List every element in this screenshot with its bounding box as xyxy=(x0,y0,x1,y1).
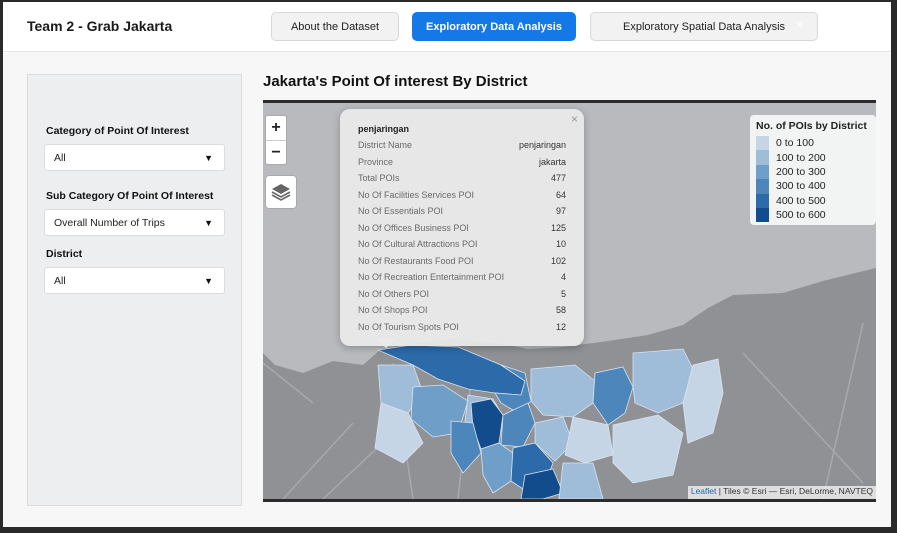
choropleth-map[interactable]: + − No. of POIs by District 0 to 100 100 … xyxy=(263,100,876,502)
tab-label: About the Dataset xyxy=(290,20,380,33)
popup-row-value: jakarta xyxy=(538,156,566,167)
legend-swatch xyxy=(756,150,769,165)
app-title: Team 2 - Grab Jakarta xyxy=(27,18,173,34)
popup-row-value: 102 xyxy=(550,255,566,266)
popup-row-value: 5 xyxy=(560,288,566,299)
popup-row-key: Province xyxy=(358,156,394,167)
tiles-credit: | Tiles © Esri — Esri, DeLorme, NAVTEQ xyxy=(716,486,873,496)
popup-row-key: Total POIs xyxy=(358,173,400,183)
zoom-control: + − xyxy=(265,115,287,165)
legend-item: 200 to 300 xyxy=(756,164,870,180)
popup-row-key: No Of Shops POI xyxy=(358,305,428,315)
popup-row: No Of Shops POI 58 xyxy=(358,305,566,321)
legend-swatch xyxy=(756,193,769,208)
layers-glyph xyxy=(271,184,291,201)
popup-row: Province jakarta xyxy=(358,157,566,173)
popup-row-key: No Of Recreation Entertainment POI xyxy=(358,272,505,282)
filter-sidebar: Category of Point Of Interest All ▼ Sub … xyxy=(27,74,242,506)
legend-item: 300 to 400 xyxy=(756,179,870,194)
popup-row-value: 4 xyxy=(560,272,566,282)
popup-row-key: No Of Restaurants Food POI xyxy=(358,255,474,266)
category-select-value: All xyxy=(54,151,66,164)
popup-row-key: No Of Others POI xyxy=(358,288,430,299)
popup-row: No Of Offices Business POI 125 xyxy=(358,223,566,239)
top-navbar: Team 2 - Grab Jakarta About the Dataset … xyxy=(3,2,891,52)
zoom-out-button[interactable]: − xyxy=(266,140,286,164)
district-select[interactable]: All ▼ xyxy=(44,267,225,294)
popup-row: No Of Cultural Attractions POI 10 xyxy=(358,239,566,255)
popup-row-value: 477 xyxy=(550,173,566,183)
popup-row-value: 58 xyxy=(555,305,566,315)
legend-label: 300 to 400 xyxy=(776,180,826,193)
legend-label: 400 to 500 xyxy=(776,194,826,207)
popup-row-key: No Of Offices Business POI xyxy=(358,222,469,233)
subcategory-filter-label: Sub Category Of Point Of Interest xyxy=(46,190,214,202)
popup-row: No Of Others POI 5 xyxy=(358,289,566,305)
layers-icon[interactable] xyxy=(265,175,297,209)
popup-row: No Of Tourism Spots POI 12 xyxy=(358,322,566,338)
popup-row-value: 125 xyxy=(550,222,566,233)
zoom-in-button[interactable]: + xyxy=(266,116,286,140)
legend-items: 0 to 100 100 to 200 200 to 300 300 to 400 40… xyxy=(756,136,870,223)
legend-label: 200 to 300 xyxy=(776,165,826,178)
legend-swatch xyxy=(756,164,769,180)
subcategory-select[interactable]: Overall Number of Trips ▼ xyxy=(44,209,225,236)
popup-row-key: No Of Cultural Attractions POI xyxy=(358,239,478,249)
app-window: Team 2 - Grab Jakarta About the Dataset … xyxy=(3,2,891,527)
district-popup: × penjaringan District Name penjaringan Pr… xyxy=(340,109,584,346)
tab-about-dataset[interactable]: About the Dataset xyxy=(271,12,399,41)
popup-row-value: penjaringan xyxy=(518,140,566,150)
chevron-down-icon: ▼ xyxy=(204,218,213,228)
district-pulo-gadung[interactable] xyxy=(612,414,684,484)
popup-row: No Of Recreation Entertainment POI 4 xyxy=(358,272,566,288)
tab-exploratory-spatial-data-analysis[interactable]: Exploratory Spatial Data Analysis × xyxy=(590,12,818,41)
district-select-value: All xyxy=(54,274,66,287)
chevron-down-icon: ▼ xyxy=(204,153,213,163)
subcategory-select-value: Overall Number of Trips xyxy=(54,216,165,229)
popup-row-key: No Of Essentials POI xyxy=(358,206,444,216)
tab-exploratory-data-analysis[interactable]: Exploratory Data Analysis xyxy=(412,12,576,41)
legend-title: No. of POIs by District xyxy=(756,120,867,132)
category-filter-label: Category of Point Of Interest xyxy=(46,125,189,137)
district-filter-label: District xyxy=(46,248,83,260)
popup-row-key: District Name xyxy=(358,140,413,150)
popup-row-key: No Of Tourism Spots POI xyxy=(358,321,459,332)
popup-row: No Of Essentials POI 97 xyxy=(358,206,566,222)
popup-row-value: 10 xyxy=(555,239,566,249)
legend-swatch xyxy=(756,179,769,194)
popup-row-key: No Of Facilities Services POI xyxy=(358,189,475,200)
close-icon[interactable]: × xyxy=(571,112,578,126)
popup-tip xyxy=(377,339,395,348)
legend-item: 500 to 600 xyxy=(756,207,870,223)
category-select[interactable]: All ▼ xyxy=(44,144,225,171)
popup-row-value: 97 xyxy=(555,206,566,216)
popup-row: Total POIs 477 xyxy=(358,173,566,189)
popup-row: No Of Facilities Services POI 64 xyxy=(358,190,566,206)
tab-label: Exploratory Spatial Data Analysis xyxy=(622,20,786,33)
popup-row-value: 12 xyxy=(555,321,566,332)
legend-swatch xyxy=(756,207,769,223)
close-icon[interactable]: × xyxy=(797,19,803,31)
legend-item: 0 to 100 xyxy=(756,136,870,151)
popup-title: penjaringan xyxy=(358,124,410,134)
page-title: Jakarta's Point Of interest By District xyxy=(263,73,528,90)
popup-row: District Name penjaringan xyxy=(358,140,566,156)
popup-row: No Of Restaurants Food POI 102 xyxy=(358,256,566,272)
legend-item: 400 to 500 xyxy=(756,193,870,208)
chevron-down-icon: ▼ xyxy=(204,276,213,286)
legend-swatch xyxy=(756,136,769,151)
legend-item: 100 to 200 xyxy=(756,150,870,165)
legend-label: 500 to 600 xyxy=(776,209,826,222)
leaflet-link[interactable]: Leaflet xyxy=(691,486,717,496)
map-legend: No. of POIs by District 0 to 100 100 to 2… xyxy=(750,115,876,225)
legend-label: 0 to 100 xyxy=(776,137,814,150)
legend-label: 100 to 200 xyxy=(776,151,826,164)
tab-label: Exploratory Data Analysis xyxy=(426,20,562,33)
map-attribution: Leaflet | Tiles © Esri — Esri, DeLorme, … xyxy=(687,486,876,499)
popup-row-value: 64 xyxy=(555,189,566,200)
